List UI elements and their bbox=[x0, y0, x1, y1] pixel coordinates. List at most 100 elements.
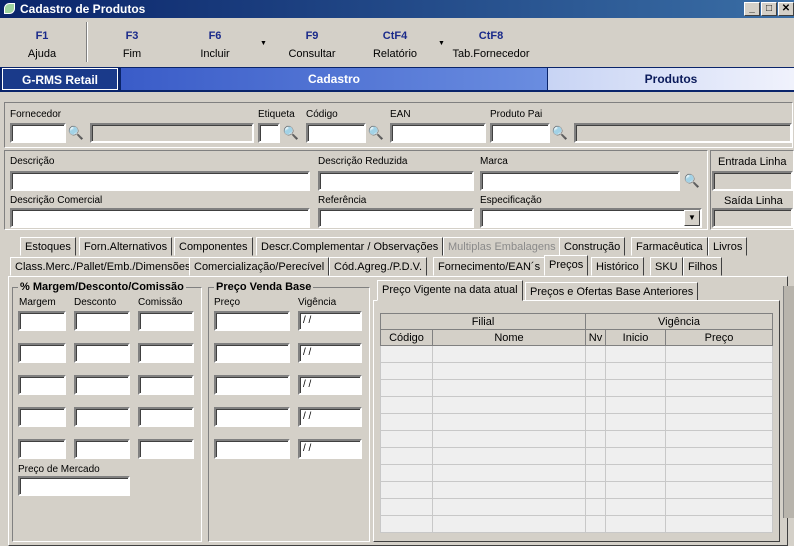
table-row[interactable] bbox=[380, 430, 773, 448]
close-button[interactable]: ✕ bbox=[778, 2, 794, 16]
preco-input[interactable] bbox=[214, 311, 290, 331]
maximize-button[interactable]: □ bbox=[761, 2, 777, 16]
tab-comercializacao[interactable]: Comercialização/Perecível bbox=[189, 257, 330, 276]
tab-farmaceutica[interactable]: Farmacêutica bbox=[631, 237, 708, 256]
table-row[interactable] bbox=[380, 498, 773, 516]
tab-fornecimento-ean[interactable]: Fornecimento/EAN´s bbox=[433, 257, 546, 276]
table-row[interactable] bbox=[380, 413, 773, 431]
etiqueta-search-icon[interactable]: 🔍 bbox=[281, 124, 301, 142]
tab-cod-agreg[interactable]: Cód.Agreg./P.D.V. bbox=[329, 257, 428, 276]
tab-sku[interactable]: SKU bbox=[650, 257, 683, 276]
grid-col-inicio[interactable]: Inicio bbox=[605, 329, 666, 346]
preco-input[interactable] bbox=[214, 343, 290, 363]
vigencia-date-input[interactable]: / / bbox=[298, 407, 362, 427]
module-label: Produtos bbox=[548, 68, 794, 90]
marca-input[interactable] bbox=[480, 171, 680, 191]
saida-linha-field bbox=[712, 208, 793, 228]
margem-input[interactable] bbox=[18, 343, 66, 363]
codigo-input[interactable] bbox=[306, 123, 366, 143]
margem-input[interactable] bbox=[18, 407, 66, 427]
comissao-input[interactable] bbox=[138, 375, 194, 395]
fornecedor-search-icon[interactable]: 🔍 bbox=[66, 124, 86, 142]
subtab-preco-vigente[interactable]: Preço Vigente na data atual bbox=[377, 280, 523, 301]
insert-key: F6 bbox=[208, 30, 222, 42]
vigencia-date-input[interactable]: / / bbox=[298, 311, 362, 331]
table-row[interactable] bbox=[380, 447, 773, 465]
tab-forn-alternativos[interactable]: Forn.Alternativos bbox=[79, 237, 173, 256]
table-row[interactable] bbox=[380, 396, 773, 414]
tab-precos[interactable]: Preços bbox=[544, 255, 589, 276]
table-row[interactable] bbox=[380, 362, 773, 380]
vigencia-date-input[interactable]: / / bbox=[298, 439, 362, 459]
preco-input[interactable] bbox=[214, 375, 290, 395]
comissao-input[interactable] bbox=[138, 407, 194, 427]
tab-class-merc[interactable]: Class.Merc./Pallet/Emb./Dimensões bbox=[10, 257, 196, 276]
especificacao-dropdown-icon[interactable]: ▼ bbox=[684, 210, 700, 226]
produto-pai-search-icon[interactable]: 🔍 bbox=[550, 124, 570, 142]
margem-input[interactable] bbox=[18, 375, 66, 395]
query-key: F9 bbox=[305, 30, 319, 42]
preco-mercado-input[interactable] bbox=[18, 476, 130, 496]
desconto-input[interactable] bbox=[74, 311, 130, 331]
tab-livros[interactable]: Livros bbox=[708, 237, 748, 256]
especificacao-select[interactable] bbox=[480, 208, 702, 228]
supplier-table-key: CtF8 bbox=[478, 30, 504, 42]
desconto-input[interactable] bbox=[74, 407, 130, 427]
tab-estoques[interactable]: Estoques bbox=[20, 237, 76, 256]
descricao-reduzida-input[interactable] bbox=[318, 171, 474, 191]
tab-componentes[interactable]: Componentes bbox=[174, 237, 253, 256]
report-button[interactable]: CtF4 Relatório bbox=[368, 30, 422, 60]
grid-col-nv[interactable]: Nv bbox=[585, 329, 606, 346]
vigencia-date-input[interactable]: / / bbox=[298, 343, 362, 363]
grid-col-preco[interactable]: Preço bbox=[665, 329, 773, 346]
referencia-input[interactable] bbox=[318, 208, 474, 228]
comissao-input[interactable] bbox=[138, 439, 194, 459]
margem-group-title: % Margem/Desconto/Comissão bbox=[18, 281, 186, 293]
exit-label: Fim bbox=[122, 48, 142, 60]
desconto-input[interactable] bbox=[74, 375, 130, 395]
table-row[interactable] bbox=[380, 345, 773, 363]
desconto-input[interactable] bbox=[74, 343, 130, 363]
marca-search-icon[interactable]: 🔍 bbox=[682, 172, 702, 190]
tab-historico[interactable]: Histórico bbox=[591, 257, 644, 276]
vigencia-date-input[interactable]: / / bbox=[298, 375, 362, 395]
fornecedor-name-field bbox=[90, 123, 254, 143]
grid-col-codigo[interactable]: Código bbox=[380, 329, 433, 346]
codigo-search-icon[interactable]: 🔍 bbox=[366, 124, 386, 142]
descricao-input[interactable] bbox=[10, 171, 310, 191]
exit-button[interactable]: F3 Fim bbox=[112, 30, 152, 60]
help-key: F1 bbox=[35, 30, 49, 42]
table-row[interactable] bbox=[380, 379, 773, 397]
produto-pai-input[interactable] bbox=[490, 123, 550, 143]
table-row[interactable] bbox=[380, 515, 773, 533]
tab-construcao[interactable]: Construção bbox=[559, 237, 626, 256]
vertical-scrollbar[interactable] bbox=[783, 286, 794, 518]
report-dropdown-icon[interactable]: ▼ bbox=[438, 40, 445, 47]
price-grid: Filial Vigência Código Nome Nv Inicio Pr… bbox=[380, 313, 773, 533]
minimize-button[interactable]: _ bbox=[744, 2, 760, 16]
help-button[interactable]: F1 Ajuda bbox=[22, 30, 62, 60]
grid-col-nome[interactable]: Nome bbox=[432, 329, 586, 346]
toolbar-separator bbox=[86, 22, 88, 62]
subtab-precos-anteriores[interactable]: Preços e Ofertas Base Anteriores bbox=[525, 282, 699, 301]
insert-dropdown-icon[interactable]: ▼ bbox=[260, 40, 267, 47]
desconto-input[interactable] bbox=[74, 439, 130, 459]
table-row[interactable] bbox=[380, 464, 773, 482]
ean-input[interactable] bbox=[390, 123, 486, 143]
tab-descr-complementar[interactable]: Descr.Complementar / Observações bbox=[256, 237, 444, 256]
insert-button[interactable]: F6 Incluir bbox=[192, 30, 238, 60]
margem-input[interactable] bbox=[18, 311, 66, 331]
comissao-input[interactable] bbox=[138, 311, 194, 331]
preco-input[interactable] bbox=[214, 439, 290, 459]
supplier-table-button[interactable]: CtF8 Tab.Fornecedor bbox=[450, 30, 532, 60]
margem-input[interactable] bbox=[18, 439, 66, 459]
fornecedor-input[interactable] bbox=[10, 123, 66, 143]
table-row[interactable] bbox=[380, 481, 773, 499]
comissao-input[interactable] bbox=[138, 343, 194, 363]
descricao-comercial-input[interactable] bbox=[10, 208, 310, 228]
query-button[interactable]: F9 Consultar bbox=[285, 30, 339, 60]
tab-filhos[interactable]: Filhos bbox=[683, 257, 723, 276]
preco-input[interactable] bbox=[214, 407, 290, 427]
descricao-reduzida-label: Descrição Reduzida bbox=[318, 156, 408, 167]
etiqueta-input[interactable] bbox=[258, 123, 280, 143]
